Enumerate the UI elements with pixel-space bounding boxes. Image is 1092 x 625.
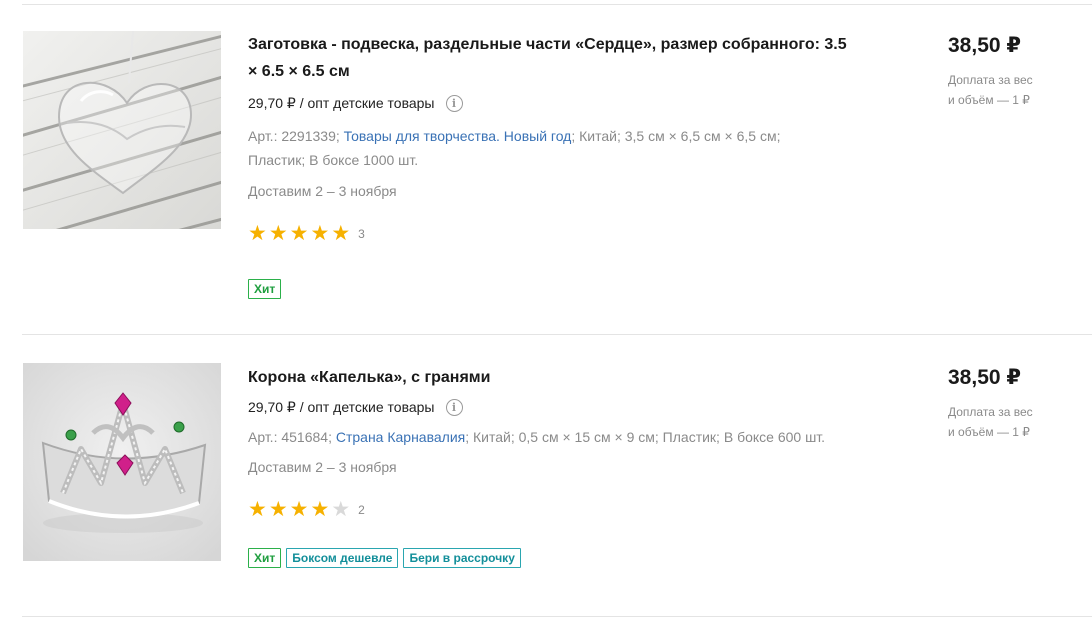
badge-box-cheaper[interactable]: Боксом дешевле [286,548,399,568]
price-block: 38,50 ₽ Доплата за вес и объём — 1 ₽ [948,363,1088,442]
star-icon: ★ [289,221,309,245]
review-count[interactable]: 2 [358,503,365,517]
badge-installment[interactable]: Бери в рассрочку [403,548,521,568]
badge-hit[interactable]: Хит [248,279,282,299]
product-image[interactable] [23,31,221,229]
price-block: 38,50 ₽ Доплата за вес и объём — 1 ₽ [948,31,1088,110]
star-icon: ★ [248,221,267,245]
product-title[interactable]: Корона «Капелька», с гранями [248,364,858,391]
attributes-text: ; Китай; 0,5 см × 15 см × 9 см; Пластик;… [465,429,826,445]
wholesale-price-text: 29,70 ₽ / опт детские товары [248,399,435,415]
surcharge-note: Доплата за вес и объём — 1 ₽ [948,70,1088,110]
surcharge-note: Доплата за вес и объём — 1 ₽ [948,402,1088,442]
surcharge-line-1: Доплата за вес [948,73,1033,87]
divider [22,616,1092,617]
divider [22,334,1092,335]
wholesale-price-text: 29,70 ₽ / опт детские товары [248,95,435,111]
product-info: Заготовка - подвеска, раздельные части «… [248,31,868,299]
rating[interactable]: ★ ★ ★ ★ ★ 3 [248,223,868,244]
category-link[interactable]: Товары для творчества. Новый год [344,128,572,144]
star-icon: ★ [310,221,330,245]
product-card: Корона «Капелька», с гранями 29,70 ₽ / о… [0,363,1092,603]
star-empty-icon: ★ [331,497,351,521]
badge-hit[interactable]: Хит [248,548,282,568]
product-title[interactable]: Заготовка - подвеска, раздельные части «… [248,31,858,85]
product-attributes: Арт.: 2291339; Товары для творчества. Но… [248,124,848,172]
attributes-text: ; Китай; 3,5 см × 6,5 см × 6,5 см; [571,128,781,144]
star-icon: ★ [289,497,309,521]
star-icon: ★ [268,221,288,245]
article-number: Арт.: 451684; [248,429,332,445]
wholesale-price: 29,70 ₽ / опт детские товары i [248,94,868,112]
star-icon: ★ [268,497,288,521]
product-list: Заготовка - подвеска, раздельные части «… [0,0,1092,625]
product-card: Заготовка - подвеска, раздельные части «… [0,31,1092,321]
star-icon: ★ [331,221,351,245]
wholesale-price: 29,70 ₽ / опт детские товары i [248,398,868,416]
product-image[interactable] [23,363,221,561]
attributes-text-line2: Пластик; В боксе 1000 шт. [248,152,419,168]
info-icon[interactable]: i [445,398,463,416]
divider [22,4,1092,5]
badges: Хит Боксом дешевле Бери в рассрочку [248,548,868,568]
price: 38,50 ₽ [948,366,1021,389]
star-icon: ★ [310,497,330,521]
category-link[interactable]: Страна Карнавалия [336,429,465,445]
price: 38,50 ₽ [948,34,1021,57]
review-count[interactable]: 3 [358,227,365,241]
article-number: Арт.: 2291339; [248,128,340,144]
surcharge-line-2: и объём — 1 ₽ [948,93,1030,107]
surcharge-line-2: и объём — 1 ₽ [948,425,1030,439]
product-info: Корона «Капелька», с гранями 29,70 ₽ / о… [248,363,868,568]
delivery-info: Доставим 2 – 3 ноября [248,459,397,475]
badges: Хит [248,279,868,299]
star-icon: ★ [248,497,267,521]
rating[interactable]: ★ ★ ★ ★ ★ 2 [248,499,868,520]
product-attributes: Арт.: 451684; Страна Карнавалия; Китай; … [248,425,848,449]
surcharge-line-1: Доплата за вес [948,405,1033,419]
delivery-info: Доставим 2 – 3 ноября [248,183,397,199]
info-icon[interactable]: i [445,94,463,112]
